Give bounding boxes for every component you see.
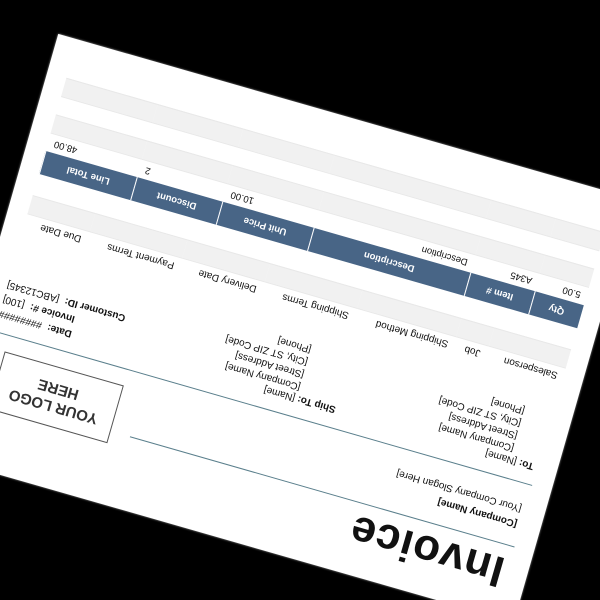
invoice-number-value: [100] [1, 293, 27, 310]
invoice-sheet: Invoice [Company Name] [Your Company Slo… [0, 33, 600, 600]
bill-to-block: To: [Name] [Company Name] [Street Addres… [427, 381, 549, 471]
document-photo: Invoice [Company Name] [Your Company Slo… [0, 0, 600, 600]
date-label: Date: [46, 321, 74, 339]
logo-placeholder: YOUR LOGO HERE [0, 351, 124, 444]
invoice-meta: Date: ######## Invoice #: [100] Customer… [0, 279, 163, 363]
